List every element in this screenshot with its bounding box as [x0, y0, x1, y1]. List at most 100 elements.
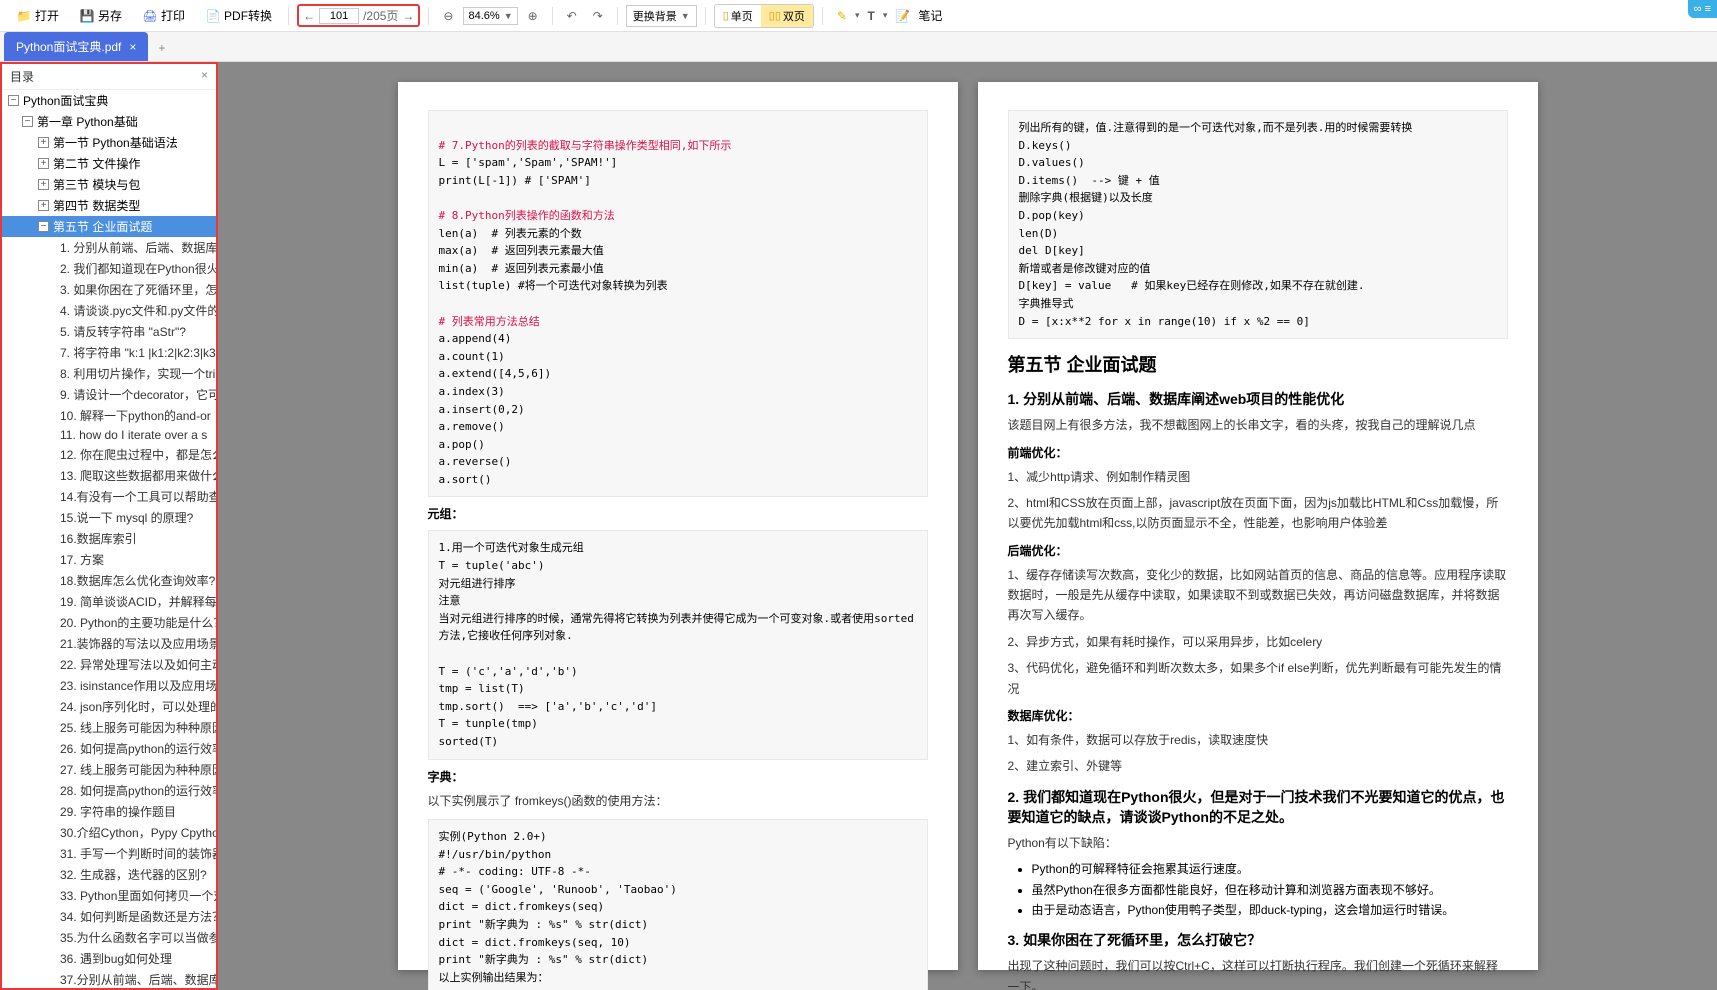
toc-section[interactable]: +第二节 文件操作	[2, 153, 216, 174]
sub-heading: 前端优化：	[1008, 444, 1508, 461]
toc-leaf[interactable]: 10. 解释一下python的and-or	[2, 405, 216, 426]
toc-leaf[interactable]: 22. 异常处理写法以及如何主动	[2, 654, 216, 675]
sub-heading: 后端优化：	[1008, 542, 1508, 559]
toc-leaf[interactable]: 20. Python的主要功能是什么？	[2, 612, 216, 633]
next-page-icon[interactable]: →	[402, 9, 414, 23]
toc-leaf[interactable]: 25. 线上服务可能因为种种原因	[2, 717, 216, 738]
toc-leaf[interactable]: 29. 字符串的操作题目	[2, 801, 216, 822]
page-right: 列出所有的键，值.注意得到的是一个可迭代对象,而不是列表.用的时候需要转换 D.…	[978, 82, 1538, 970]
print-label: 打印	[161, 7, 185, 24]
toc-leaf[interactable]: 32. 生成器，迭代器的区别?	[2, 864, 216, 885]
close-icon[interactable]: ×	[201, 68, 208, 85]
toc-leaf[interactable]: 27. 线上服务可能因为种种原因	[2, 759, 216, 780]
save-icon: 💾	[79, 8, 95, 24]
toc-tree[interactable]: −Python面试宝典 −第一章 Python基础 +第一节 Python基础语…	[2, 90, 216, 988]
toc-label: 第五节 企业面试题	[53, 218, 152, 235]
code-comment: # 8.Python列表操作的函数和方法	[439, 209, 615, 222]
toc-leaf[interactable]: 2. 我们都知道现在Python很火	[2, 258, 216, 279]
toc-leaf[interactable]: 21.装饰器的写法以及应用场景	[2, 633, 216, 654]
paragraph: 该题目网上有很多方法，我不想截图网上的长串文字，看的头疼，按我自己的理解说几点	[1008, 415, 1508, 435]
single-page-label: 单页	[731, 8, 753, 24]
code-line: len(a) # 列表元素的个数	[439, 227, 582, 240]
toc-leaf[interactable]: 31. 手写一个判断时间的装饰器	[2, 843, 216, 864]
document-content[interactable]: # 7.Python的列表的截取与字符串操作类型相同,如下所示 L = ['sp…	[218, 62, 1717, 990]
toc-section[interactable]: + 第三节 模块与包	[2, 174, 216, 195]
print-button[interactable]: 🖨 打印	[134, 3, 193, 28]
toc-leaf[interactable]: 1. 分别从前端、后端、数据库	[2, 237, 216, 258]
toc-root[interactable]: −Python面试宝典	[2, 90, 216, 111]
rotate-left-icon[interactable]: ↶	[561, 9, 583, 23]
single-page-button[interactable]: ▯ 单页	[715, 5, 761, 27]
pdf-convert-button[interactable]: 📄 PDF转换	[197, 3, 280, 28]
toc-leaf[interactable]: 3. 如果你困在了死循环里，怎	[2, 279, 216, 300]
background-select[interactable]: 更换背景 ▼	[626, 5, 697, 27]
toc-section[interactable]: +第四节 数据类型	[2, 195, 216, 216]
expand-icon[interactable]: +	[38, 137, 49, 148]
zoom-value: 84.6%	[468, 10, 499, 22]
toc-leaf[interactable]: 16.数据库索引	[2, 528, 216, 549]
toc-leaf[interactable]: 23. isinstance作用以及应用场	[2, 675, 216, 696]
list-item: 虽然Python在很多方面都性能良好，但在移动计算和浏览器方面表现不够好。	[1032, 880, 1508, 900]
double-page-button[interactable]: ▯▯ 双页	[761, 5, 813, 27]
toc-leaf[interactable]: 26. 如何提高python的运行效率	[2, 738, 216, 759]
chevron-down-icon: ▼	[504, 11, 513, 21]
page-input[interactable]	[319, 8, 359, 24]
expand-icon[interactable]: +	[38, 200, 49, 211]
expand-icon[interactable]: +	[38, 179, 49, 190]
zoom-select[interactable]: 84.6% ▼	[463, 7, 517, 25]
toc-leaf[interactable]: 35.为什么函数名字可以当做参	[2, 927, 216, 948]
toc-leaf[interactable]: 24. json序列化时，可以处理的	[2, 696, 216, 717]
toc-leaf[interactable]: 18.数据库怎么优化查询效率?	[2, 570, 216, 591]
notes-label[interactable]: 笔记	[918, 7, 942, 24]
toc-leaf[interactable]: 7. 将字符串 "k:1 |k1:2|k2:3|k3	[2, 342, 216, 363]
text-tool-icon[interactable]: T	[867, 9, 874, 23]
tab-active[interactable]: Python面试宝典.pdf ×	[4, 32, 148, 61]
separator	[288, 7, 289, 25]
rotate-right-icon[interactable]: ↷	[587, 9, 609, 23]
zoom-in-icon[interactable]: ⊕	[522, 9, 544, 23]
toc-leaf[interactable]: 15.说一下 mysql 的原理?	[2, 507, 216, 528]
tab-title: Python面试宝典.pdf	[16, 38, 121, 55]
toc-chapter[interactable]: −第一章 Python基础	[2, 111, 216, 132]
chevron-down-icon[interactable]: ▾	[855, 10, 860, 21]
toc-section-selected[interactable]: −第五节 企业面试题	[2, 216, 216, 237]
prev-page-icon[interactable]: ←	[303, 9, 315, 23]
toc-leaf[interactable]: 5. 请反转字符串 "aStr"?	[2, 321, 216, 342]
collapse-icon[interactable]: −	[38, 221, 49, 232]
toc-leaf[interactable]: 17. 方案	[2, 549, 216, 570]
toc-leaf[interactable]: 36. 遇到bug如何处理	[2, 948, 216, 969]
toc-leaf[interactable]: 14.有没有一个工具可以帮助查	[2, 486, 216, 507]
close-icon[interactable]: ×	[129, 40, 136, 54]
toc-label: 第三节 模块与包	[53, 176, 140, 193]
toc-leaf[interactable]: 11. how do I iterate over a s	[2, 426, 216, 444]
toc-leaf[interactable]: 19. 简单谈谈ACID，并解释每一	[2, 591, 216, 612]
expand-icon[interactable]: +	[38, 158, 49, 169]
highlighter-icon[interactable]: ✎	[837, 9, 847, 23]
saveas-button[interactable]: 💾 另存	[71, 3, 130, 28]
toc-leaf[interactable]: 4. 请谈谈.pyc文件和.py文件的	[2, 300, 216, 321]
notes-icon[interactable]: 📝	[895, 9, 910, 23]
infinity-icon[interactable]: ∞ ≡	[1688, 0, 1717, 18]
toc-leaf[interactable]: 12. 你在爬虫过程中，都是怎么	[2, 444, 216, 465]
double-page-label: 双页	[783, 8, 805, 24]
add-tab-button[interactable]: +	[148, 35, 175, 61]
zoom-out-icon[interactable]: ⊖	[437, 9, 459, 23]
open-button[interactable]: 📁 打开	[8, 3, 67, 28]
toc-leaf[interactable]: 28. 如何提高python的运行效率	[2, 780, 216, 801]
code-line: L = ['spam','Spam','SPAM!']	[439, 156, 618, 169]
collapse-icon[interactable]: −	[22, 116, 33, 127]
toc-leaf[interactable]: 8. 利用切片操作，实现一个trim	[2, 363, 216, 384]
code-block: 列出所有的键，值.注意得到的是一个可迭代对象,而不是列表.用的时候需要转换 D.…	[1008, 110, 1508, 339]
code-line: list(tuple) #将一个可迭代对象转换为列表	[439, 279, 668, 292]
toc-title: 目录	[10, 68, 34, 85]
toc-leaf[interactable]: 33. Python里面如何拷贝一个对	[2, 885, 216, 906]
toc-leaf[interactable]: 30.介绍Cython，Pypy Cpython	[2, 822, 216, 843]
toc-leaf[interactable]: 9. 请设计一个decorator，它可	[2, 384, 216, 405]
chevron-down-icon[interactable]: ▾	[883, 10, 888, 21]
paragraph: 1、缓存存储读写次数高，变化少的数据，比如网站首页的信息、商品的信息等。应用程序…	[1008, 565, 1508, 626]
toc-section[interactable]: +第一节 Python基础语法	[2, 132, 216, 153]
toc-leaf[interactable]: 34. 如何判断是函数还是方法？	[2, 906, 216, 927]
toc-leaf[interactable]: 13. 爬取这些数据都用来做什么	[2, 465, 216, 486]
toc-leaf[interactable]: 37.分别从前端、后端、数据库	[2, 969, 216, 988]
collapse-icon[interactable]: −	[8, 95, 19, 106]
